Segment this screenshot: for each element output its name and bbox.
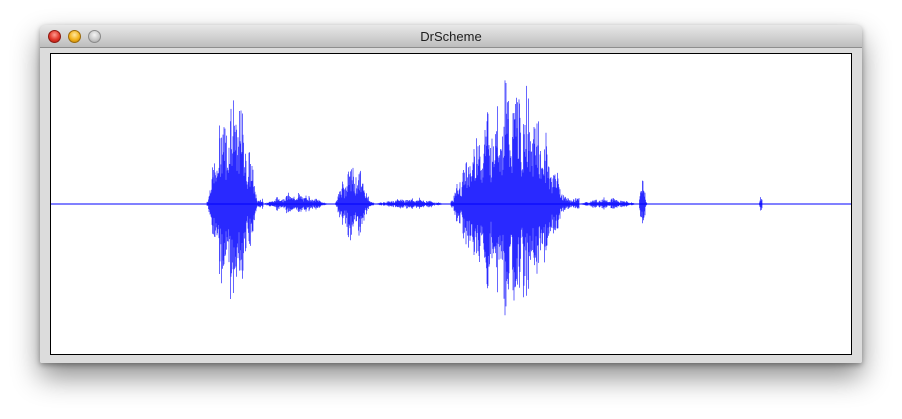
waveform-canvas bbox=[50, 53, 852, 355]
waveform-samples bbox=[206, 80, 764, 316]
window-titlebar[interactable]: DrScheme bbox=[40, 25, 862, 48]
waveform-plot bbox=[51, 80, 851, 316]
window-title: DrScheme bbox=[420, 29, 482, 44]
drscheme-window: DrScheme bbox=[40, 25, 862, 363]
window-content bbox=[40, 48, 862, 363]
